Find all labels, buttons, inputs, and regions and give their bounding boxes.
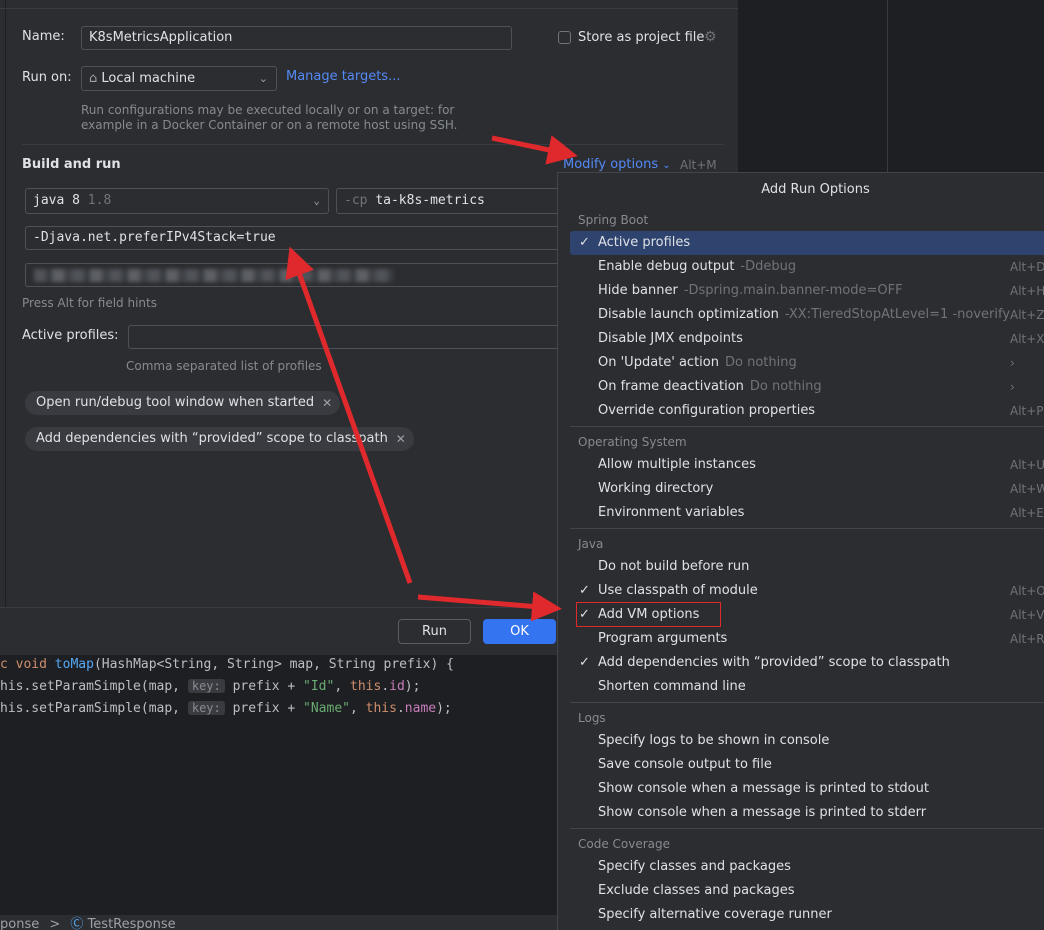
arrow-to-add-vm-options (417, 591, 562, 622)
arrow-to-modify-options (491, 135, 578, 165)
annotation-arrows (285, 135, 578, 622)
arrow-to-vm-options-field (285, 246, 413, 584)
